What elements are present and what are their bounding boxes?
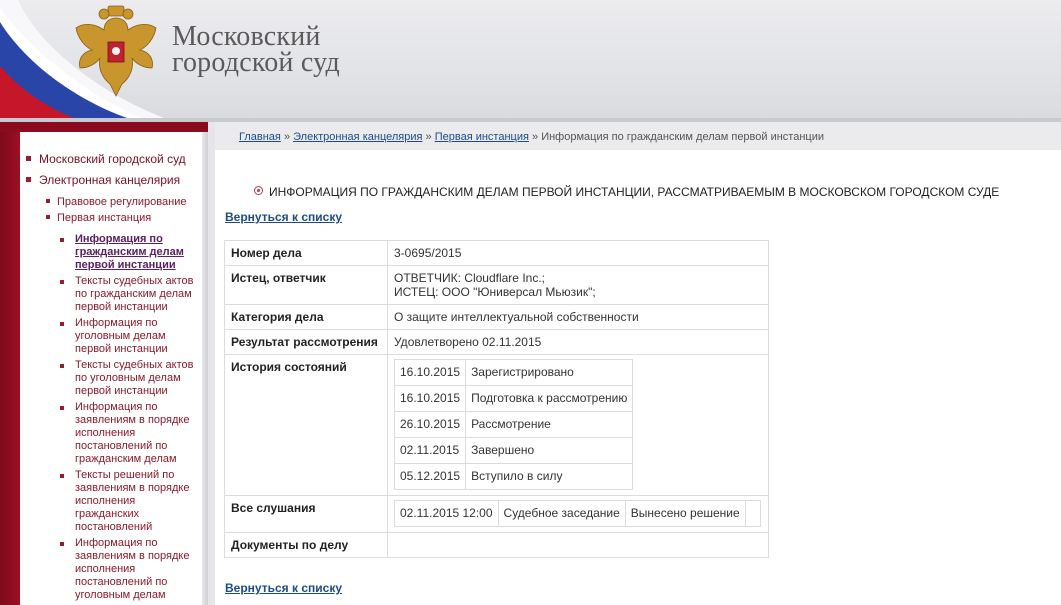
breadcrumb-current: Информация по гражданским делам первой и… — [541, 131, 825, 143]
sidebar-item-label: Информация по уголовным делам первой инс… — [75, 317, 168, 355]
page-title: ИНФОРМАЦИЯ ПО ГРАЖДАНСКИМ ДЕЛАМ ПЕРВОЙ И… — [254, 185, 999, 199]
hearings-label: Все слушания — [224, 495, 388, 533]
result-label: Результат рассмотрения — [224, 329, 388, 355]
history-row: 02.11.2015 Завершено — [393, 437, 634, 464]
hearings-table: 02.11.2015 12:00 Судебное заседание Выне… — [394, 500, 761, 527]
history-cell: 16.10.2015 Зарегистрировано 16.10.2015 П… — [387, 354, 769, 496]
table-row: Категория дела О защите интеллектуальной… — [224, 304, 769, 330]
category-label: Категория дела — [224, 304, 388, 330]
sidebar-item-civil-enforcement-info[interactable]: Информация по заявлениям в порядке испол… — [60, 401, 195, 466]
breadcrumb-separator: » — [283, 131, 291, 143]
documents-label: Документы по делу — [224, 532, 388, 558]
sidebar-item-label: Тексты судебных актов по гражданским дел… — [75, 275, 194, 313]
table-row: Истец, ответчик ОТВЕТЧИК: Cloudflare Inc… — [224, 265, 769, 305]
sidebar-gutter — [208, 122, 215, 605]
sidebar-item-label: Московский городской суд — [39, 152, 186, 166]
history-state: Вступило в силу — [465, 463, 634, 490]
case-number-value: 3-0695/2015 — [387, 240, 769, 266]
back-to-list-link-top[interactable]: Вернуться к списку — [225, 210, 342, 224]
bullet-icon — [26, 177, 31, 182]
hearing-datetime: 02.11.2015 12:00 — [394, 500, 499, 527]
history-row: 26.10.2015 Рассмотрение — [393, 411, 634, 438]
hearing-type: Судебное заседание — [497, 500, 626, 527]
history-date: 16.10.2015 — [393, 385, 467, 412]
breadcrumb-home-link[interactable]: Главная — [239, 131, 281, 143]
hearing-row: 02.11.2015 12:00 Судебное заседание Выне… — [394, 500, 761, 527]
site-title: Московский городской суд — [172, 23, 340, 78]
history-date: 26.10.2015 — [393, 411, 467, 438]
breadcrumb-e-office-link[interactable]: Электронная канцелярия — [293, 131, 422, 143]
sidebar-top-bar — [0, 122, 208, 132]
site-title-line2: городской суд — [172, 47, 340, 78]
sidebar-item-label: Правовое регулирование — [57, 196, 187, 208]
sidebar-item-civil-enforcement-texts[interactable]: Тексты решений по заявлениям в порядке и… — [60, 469, 195, 534]
sidebar-left-bar — [0, 132, 20, 605]
site-header: Московский городской суд — [0, 0, 1061, 122]
sidebar-item-criminal-info[interactable]: Информация по уголовным делам первой инс… — [60, 317, 195, 356]
history-date: 02.11.2015 — [393, 437, 467, 464]
defendant-text: ОТВЕТЧИК: Cloudflare Inc.; — [394, 271, 545, 285]
sidebar-item-civil-cases-info[interactable]: Информация по гражданским делам первой и… — [60, 233, 195, 272]
category-value: О защите интеллектуальной собственности — [387, 304, 769, 330]
sidebar-item-label: Информация по заявлениям в порядке испол… — [75, 537, 190, 601]
coat-of-arms-icon — [75, 5, 157, 97]
sidebar-item-label: Электронная канцелярия — [39, 173, 181, 187]
history-row: 16.10.2015 Подготовка к рассмотрению — [393, 385, 634, 412]
history-state: Завершено — [465, 437, 634, 464]
bullet-icon — [60, 474, 64, 478]
table-row: История состояний 16.10.2015 Зарегистрир… — [224, 354, 769, 496]
bullet-icon — [60, 406, 64, 410]
sidebar-item-civil-acts[interactable]: Тексты судебных актов по гражданским дел… — [60, 275, 195, 314]
history-row: 16.10.2015 Зарегистрировано — [393, 359, 634, 386]
case-info-table: Номер дела 3-0695/2015 Истец, ответчик О… — [224, 240, 769, 558]
case-number-label: Номер дела — [224, 240, 388, 266]
bullet-circle-icon — [254, 186, 263, 195]
table-row: Результат рассмотрения Удовлетворено 02.… — [224, 329, 769, 355]
sidebar-item-label: Тексты решений по заявлениям в порядке и… — [75, 469, 190, 533]
breadcrumb-separator: » — [425, 131, 432, 143]
parties-value: ОТВЕТЧИК: Cloudflare Inc.; ИСТЕЦ: ООО "Ю… — [387, 265, 769, 305]
sidebar-item-moscow-court[interactable]: Московский городской суд — [26, 152, 186, 166]
sidebar-item-e-office[interactable]: Электронная канцелярия — [26, 173, 180, 187]
sidebar-item-label: Информация по заявлениям в порядке испол… — [75, 401, 190, 465]
history-state: Зарегистрировано — [465, 359, 634, 386]
parties-label: Истец, ответчик — [224, 265, 388, 305]
sidebar-item-label: Информация по гражданским делам первой и… — [75, 233, 184, 271]
bullet-icon — [60, 364, 64, 368]
back-to-list-link-bottom[interactable]: Вернуться к списку — [225, 581, 342, 595]
history-state: Рассмотрение — [465, 411, 634, 438]
sidebar-item-label: Тексты судебных актов по уголовным делам… — [75, 359, 194, 397]
bullet-icon — [60, 280, 64, 284]
history-label: История состояний — [224, 354, 388, 496]
documents-value — [387, 532, 769, 558]
breadcrumb: Главная » Электронная канцелярия » Перва… — [239, 131, 824, 143]
sidebar-item-criminal-acts[interactable]: Тексты судебных актов по уголовным делам… — [60, 359, 195, 398]
table-row: Номер дела 3-0695/2015 — [224, 240, 769, 266]
bullet-icon — [60, 322, 64, 326]
bullet-icon — [60, 542, 64, 546]
hearing-extra — [744, 500, 761, 527]
breadcrumb-separator: » — [532, 131, 539, 143]
sidebar-item-first-instance[interactable]: Первая инстанция — [46, 212, 151, 224]
hearing-result: Вынесено решение — [624, 500, 746, 527]
page-title-text: ИНФОРМАЦИЯ ПО ГРАЖДАНСКИМ ДЕЛАМ ПЕРВОЙ И… — [269, 185, 1000, 199]
sidebar-item-legal-regulation[interactable]: Правовое регулирование — [46, 196, 186, 208]
result-value: Удовлетворено 02.11.2015 — [387, 329, 769, 355]
history-date: 16.10.2015 — [393, 359, 467, 386]
bullet-icon — [46, 215, 50, 219]
table-row: Документы по делу — [224, 532, 769, 558]
history-row: 05.12.2015 Вступило в силу — [393, 463, 634, 490]
history-state: Подготовка к рассмотрению — [465, 385, 634, 412]
table-row: Все слушания 02.11.2015 12:00 Судебное з… — [224, 495, 769, 533]
history-date: 05.12.2015 — [393, 463, 467, 490]
sidebar-item-criminal-enforcement-info[interactable]: Информация по заявлениям в порядке испол… — [60, 537, 195, 602]
bullet-icon — [46, 199, 50, 203]
sidebar-item-label: Первая инстанция — [57, 212, 152, 224]
history-table: 16.10.2015 Зарегистрировано 16.10.2015 П… — [393, 359, 634, 490]
hearings-cell: 02.11.2015 12:00 Судебное заседание Выне… — [387, 495, 769, 533]
bullet-icon — [26, 156, 31, 161]
bullet-icon — [60, 238, 64, 242]
plaintiff-text: ИСТЕЦ: ООО "Юниверсал Мьюзик"; — [394, 285, 596, 299]
breadcrumb-first-instance-link[interactable]: Первая инстанция — [435, 131, 529, 143]
